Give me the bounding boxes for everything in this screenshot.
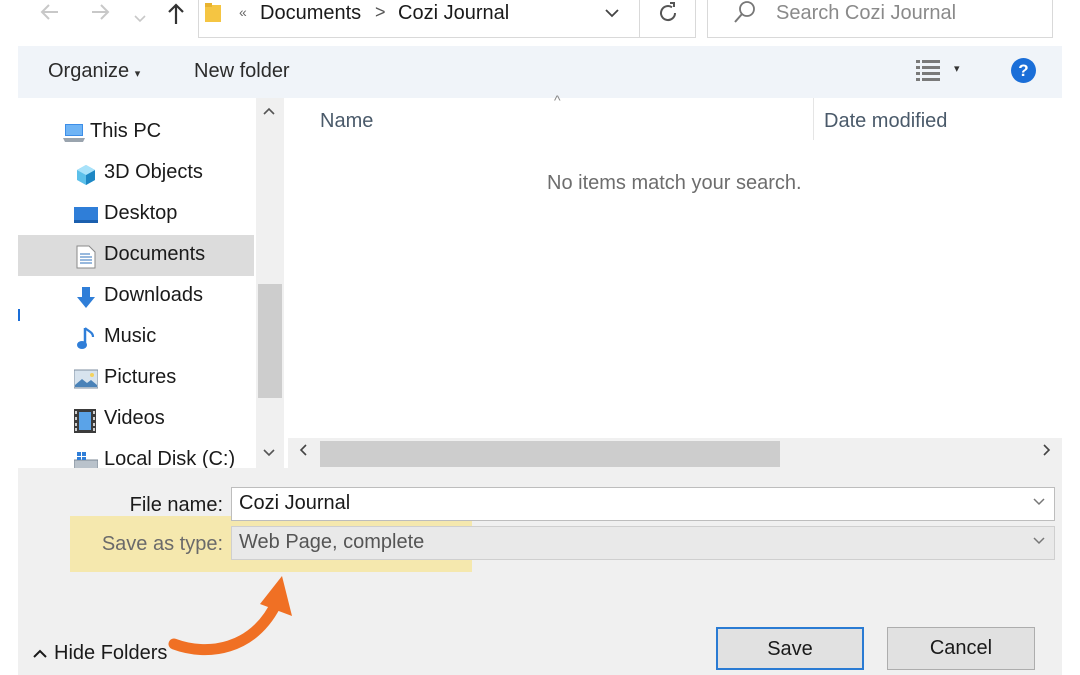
nav-item-music[interactable]: Music <box>18 317 254 358</box>
address-segment-documents[interactable]: Documents <box>260 2 361 25</box>
chevron-up-icon <box>33 649 47 658</box>
up-arrow-icon[interactable] <box>162 0 190 33</box>
nav-item-label: Desktop <box>104 202 178 224</box>
navigation-bar: « Documents > Cozi Journal Search Cozi J… <box>0 0 1080 46</box>
nav-item-desktop[interactable]: Desktop <box>18 194 254 235</box>
chevron-down-icon[interactable] <box>1032 494 1046 511</box>
nav-item-pictures[interactable]: Pictures <box>18 358 254 399</box>
file-name-field[interactable]: Cozi Journal <box>231 487 1055 521</box>
address-bar[interactable]: « Documents > Cozi Journal <box>198 0 696 38</box>
scroll-down-icon[interactable] <box>262 446 276 462</box>
sort-ascending-icon: ^ <box>554 92 561 108</box>
forward-arrow-icon[interactable] <box>86 0 114 31</box>
refresh-icon[interactable] <box>656 0 680 32</box>
nav-item-local-disk[interactable]: Local Disk (C:) <box>18 440 254 468</box>
hide-folders-button[interactable]: Hide Folders <box>32 642 167 665</box>
search-input[interactable]: Search Cozi Journal <box>776 2 956 25</box>
view-options-icon[interactable] <box>916 59 940 81</box>
videos-icon <box>74 409 96 433</box>
scrollbar-thumb[interactable] <box>258 284 282 398</box>
address-overflow-icon[interactable]: « <box>239 4 247 20</box>
file-name-input[interactable]: Cozi Journal <box>239 492 350 515</box>
pictures-icon <box>73 368 99 390</box>
command-bar: Organize ▾ New folder ▾ ? <box>18 46 1062 98</box>
save-button[interactable]: Save <box>716 627 864 670</box>
nav-item-videos[interactable]: Videos <box>18 399 254 440</box>
scrollbar-thumb[interactable] <box>320 441 780 467</box>
annotation-arrow-icon <box>168 576 292 655</box>
address-dropdown-chevron-icon[interactable] <box>603 4 621 27</box>
hide-folders-label: Hide Folders <box>54 642 168 664</box>
organize-button[interactable]: Organize ▾ <box>48 60 140 83</box>
local-disk-icon <box>73 450 99 468</box>
new-folder-button[interactable]: New folder <box>194 60 290 83</box>
nav-item-downloads[interactable]: Downloads <box>18 276 254 317</box>
address-segment-cozi-journal[interactable]: Cozi Journal <box>398 2 509 25</box>
scroll-left-icon[interactable] <box>298 442 310 463</box>
nav-item-label: Local Disk (C:) <box>104 448 236 468</box>
downloads-icon <box>74 286 96 308</box>
chevron-down-icon[interactable] <box>1032 533 1046 550</box>
column-divider[interactable] <box>813 98 814 140</box>
scroll-right-icon[interactable] <box>1040 442 1052 463</box>
organize-caret-icon: ▾ <box>134 68 141 80</box>
file-name-label: File name: <box>129 494 223 516</box>
folder-icon <box>205 3 221 23</box>
nav-item-label: Pictures <box>104 366 177 388</box>
recent-locations-chevron-icon[interactable] <box>130 4 150 32</box>
column-header-name[interactable]: Name <box>320 110 373 133</box>
cancel-button[interactable]: Cancel <box>887 627 1035 670</box>
navigation-pane-scrollbar[interactable] <box>256 98 284 468</box>
computer-icon <box>62 122 85 144</box>
3d-objects-icon <box>74 163 96 185</box>
save-as-type-label: Save as type: <box>101 533 223 555</box>
nav-item-label: Music <box>104 325 157 347</box>
file-list-horizontal-scrollbar[interactable] <box>288 438 1062 468</box>
save-as-type-select[interactable]: Web Page, complete <box>231 526 1055 560</box>
file-list: ^ Name Date modified No items match your… <box>288 92 1062 436</box>
address-divider <box>639 0 640 38</box>
back-arrow-icon[interactable] <box>36 0 64 31</box>
scroll-up-icon[interactable] <box>262 104 276 120</box>
search-box[interactable]: Search Cozi Journal <box>707 0 1053 38</box>
documents-icon <box>76 245 98 269</box>
nav-item-label: Documents <box>104 243 206 265</box>
nav-item-3d-objects[interactable]: 3D Objects <box>18 153 254 194</box>
desktop-icon <box>74 204 98 226</box>
help-button[interactable]: ? <box>1011 58 1036 83</box>
organize-label: Organize <box>48 60 130 82</box>
column-header-date-modified[interactable]: Date modified <box>824 110 947 133</box>
navigation-pane: This PC 3D Objects Desktop Documents Dow… <box>18 98 254 468</box>
music-icon <box>76 327 98 349</box>
empty-message: No items match your search. <box>547 172 802 194</box>
nav-item-label: 3D Objects <box>104 161 203 183</box>
nav-item-label: Videos <box>104 407 165 429</box>
nav-item-this-pc[interactable]: This PC <box>18 112 254 153</box>
focus-indicator <box>18 309 20 321</box>
nav-item-documents[interactable]: Documents <box>18 235 254 276</box>
nav-item-label: Downloads <box>104 284 203 306</box>
nav-item-label: This PC <box>90 120 162 142</box>
address-separator[interactable]: > <box>375 2 386 23</box>
save-as-type-value[interactable]: Web Page, complete <box>239 531 424 554</box>
search-icon <box>732 0 758 33</box>
view-options-dropdown-icon[interactable]: ▾ <box>954 62 960 75</box>
